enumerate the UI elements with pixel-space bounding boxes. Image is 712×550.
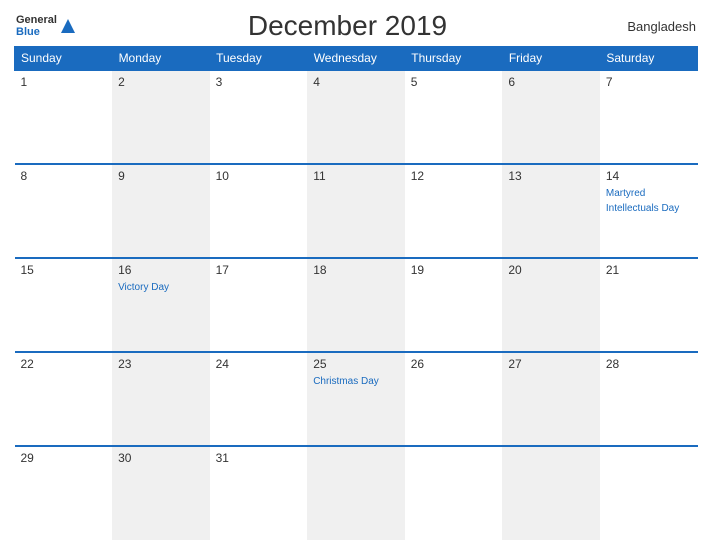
calendar-table: SundayMondayTuesdayWednesdayThursdayFrid… (14, 46, 698, 540)
day-number: 19 (411, 263, 497, 277)
weekday-header-saturday: Saturday (600, 47, 698, 71)
day-number: 20 (508, 263, 594, 277)
day-event: Martyred Intellectuals Day (606, 188, 679, 214)
day-cell: 28 (600, 352, 698, 446)
day-cell: 26 (405, 352, 503, 446)
weekday-header-friday: Friday (502, 47, 600, 71)
day-cell: 25 Christmas Day (307, 352, 405, 446)
day-cell: 14 Martyred Intellectuals Day (600, 164, 698, 258)
weekday-header-row: SundayMondayTuesdayWednesdayThursdayFrid… (15, 47, 698, 71)
weekday-header-monday: Monday (112, 47, 210, 71)
week-row-5: 29 30 31 (15, 446, 698, 540)
day-number: 4 (313, 75, 399, 89)
weekday-header-thursday: Thursday (405, 47, 503, 71)
day-cell: 19 (405, 258, 503, 352)
day-cell: 13 (502, 164, 600, 258)
day-cell: 1 (15, 70, 113, 164)
day-number: 2 (118, 75, 204, 89)
day-cell: 2 (112, 70, 210, 164)
logo-blue-text: Blue (16, 26, 57, 38)
day-cell: 9 (112, 164, 210, 258)
day-cell: 18 (307, 258, 405, 352)
day-number: 21 (606, 263, 692, 277)
day-number: 22 (21, 357, 107, 371)
day-number: 8 (21, 169, 107, 183)
day-number: 27 (508, 357, 594, 371)
country-label: Bangladesh (616, 19, 696, 34)
day-number: 24 (216, 357, 302, 371)
weekday-header-tuesday: Tuesday (210, 47, 308, 71)
logo: General Blue (16, 14, 79, 38)
day-event: Christmas Day (313, 376, 379, 387)
logo-icon (59, 16, 79, 36)
day-cell: 5 (405, 70, 503, 164)
week-row-3: 15 16 Victory Day 17 18 19 20 21 (15, 258, 698, 352)
day-cell: 7 (600, 70, 698, 164)
calendar-wrapper: General Blue December 2019 Bangladesh Su… (0, 0, 712, 550)
day-cell: 10 (210, 164, 308, 258)
day-cell: 20 (502, 258, 600, 352)
day-number: 26 (411, 357, 497, 371)
day-cell: 12 (405, 164, 503, 258)
day-cell: 31 (210, 446, 308, 540)
week-row-2: 89 10 11 12 13 14 Martyred Intellectuals Day (15, 164, 698, 258)
week-row-4: 22 23 24 25 Christmas Day 26 27 28 (15, 352, 698, 446)
day-cell: 22 (15, 352, 113, 446)
day-cell: 15 (15, 258, 113, 352)
day-number: 12 (411, 169, 497, 183)
day-event: Victory Day (118, 282, 169, 293)
day-number: 18 (313, 263, 399, 277)
day-cell: 6 (502, 70, 600, 164)
day-number: 29 (21, 451, 107, 465)
day-number: 11 (313, 169, 399, 183)
weekday-header-wednesday: Wednesday (307, 47, 405, 71)
day-cell (502, 446, 600, 540)
day-number: 14 (606, 169, 692, 183)
weekday-header-sunday: Sunday (15, 47, 113, 71)
day-cell (307, 446, 405, 540)
day-number: 15 (21, 263, 107, 277)
day-number: 31 (216, 451, 302, 465)
day-number: 25 (313, 357, 399, 371)
day-number: 3 (216, 75, 302, 89)
day-cell: 23 (112, 352, 210, 446)
day-cell (405, 446, 503, 540)
day-cell (600, 446, 698, 540)
day-cell: 29 (15, 446, 113, 540)
week-row-1: 1234567 (15, 70, 698, 164)
day-cell: 17 (210, 258, 308, 352)
day-number: 7 (606, 75, 692, 89)
day-cell: 3 (210, 70, 308, 164)
day-cell: 4 (307, 70, 405, 164)
day-cell: 21 (600, 258, 698, 352)
day-number: 5 (411, 75, 497, 89)
calendar-header: General Blue December 2019 Bangladesh (14, 10, 698, 42)
day-cell: 30 (112, 446, 210, 540)
day-number: 6 (508, 75, 594, 89)
day-cell: 24 (210, 352, 308, 446)
day-cell: 27 (502, 352, 600, 446)
day-number: 10 (216, 169, 302, 183)
month-title: December 2019 (79, 10, 616, 42)
day-cell: 11 (307, 164, 405, 258)
day-cell: 8 (15, 164, 113, 258)
day-number: 30 (118, 451, 204, 465)
day-number: 9 (118, 169, 204, 183)
logo-general-text: General (16, 14, 57, 26)
day-number: 28 (606, 357, 692, 371)
day-number: 13 (508, 169, 594, 183)
day-cell: 16 Victory Day (112, 258, 210, 352)
day-number: 23 (118, 357, 204, 371)
day-number: 16 (118, 263, 204, 277)
day-number: 17 (216, 263, 302, 277)
day-number: 1 (21, 75, 107, 89)
